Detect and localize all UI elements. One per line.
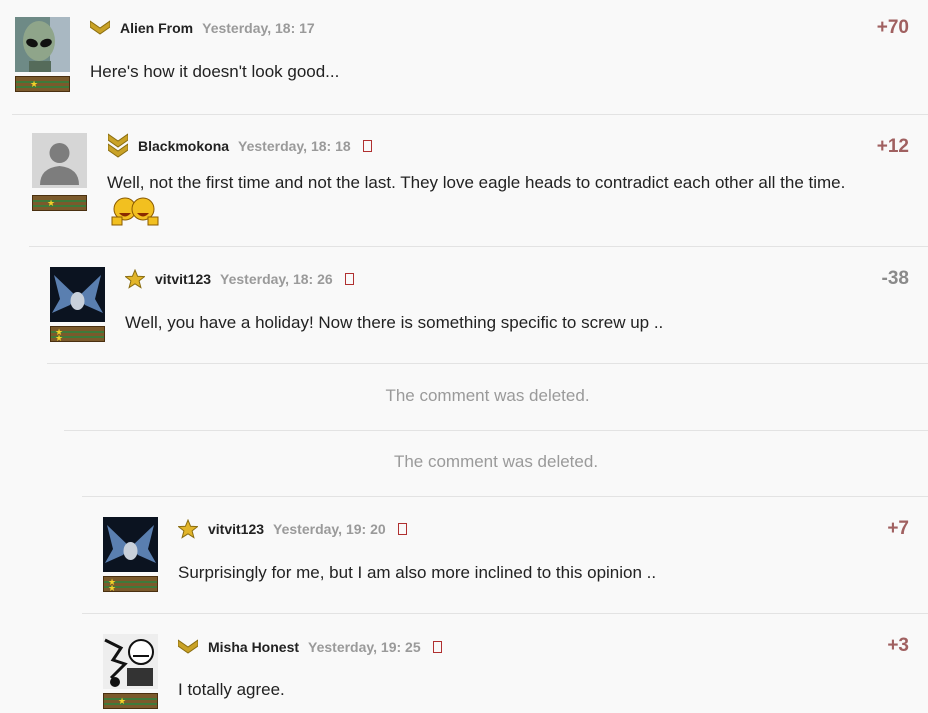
author-name[interactable]: vitvit123 (208, 521, 264, 537)
avatar[interactable] (103, 634, 158, 689)
comment-text: Well, not the first time and not the las… (107, 173, 846, 192)
comment-score: -38 (881, 268, 909, 289)
timestamp[interactable]: Yesterday, 19: 20 (273, 521, 386, 537)
rank-bar: ★ (15, 76, 70, 92)
comment-text: I totally agree. (178, 680, 285, 699)
comment: ★ Misha Honest Yesterday, 19: 25 +3 I to… (82, 614, 928, 713)
chevron-rank-icon (178, 639, 198, 654)
comment: ★ Alien From Yesterday, 18: 17 +70 Here'… (0, 0, 928, 114)
rank-bar: ★ (103, 693, 158, 709)
report-flag-icon[interactable] (344, 273, 354, 285)
timestamp[interactable]: Yesterday, 18: 26 (220, 271, 333, 287)
comment-divider (64, 430, 928, 431)
author-name[interactable]: Misha Honest (208, 639, 299, 655)
timestamp[interactable]: Yesterday, 18: 18 (238, 138, 351, 154)
comment-score: +12 (876, 136, 909, 157)
author-name[interactable]: Alien From (120, 20, 193, 36)
comment-score: +70 (876, 17, 909, 38)
timestamp[interactable]: Yesterday, 19: 25 (308, 639, 421, 655)
comment-score: +7 (887, 518, 909, 539)
chevron-rank-icon (90, 20, 110, 35)
rank-bar: ★ (32, 195, 87, 211)
avatar[interactable] (103, 517, 158, 572)
star-rank-icon (125, 269, 145, 289)
comment: ★ ★ vitvit123 Yesterday, 19: 20 +7 Surpr… (82, 497, 928, 613)
comment: ★ Blackmokona Yesterday, 18: 18 +12 Well… (12, 115, 928, 246)
deleted-comment-notice: The comment was deleted. (393, 452, 599, 471)
avatar[interactable] (50, 267, 105, 322)
comment-score: +3 (887, 635, 909, 656)
author-name[interactable]: Blackmokona (138, 138, 229, 154)
rank-bar: ★ ★ (50, 326, 105, 343)
star-rank-icon (178, 519, 198, 539)
laughing-emoticon-icon (110, 195, 160, 227)
double-chevron-rank-icon (108, 133, 128, 158)
comment-text: Surprisingly for me, but I am also more … (178, 563, 657, 582)
comment-divider (47, 363, 928, 364)
comment-text: Here's how it doesn't look good... (90, 62, 340, 81)
rank-bar: ★ ★ (103, 576, 158, 593)
deleted-comment-notice: The comment was deleted. (385, 386, 590, 405)
avatar[interactable] (32, 133, 87, 188)
comment: ★ ★ vitvit123 Yesterday, 18: 26 -38 Well… (29, 247, 928, 363)
report-flag-icon[interactable] (432, 641, 442, 653)
author-name[interactable]: vitvit123 (155, 271, 211, 287)
timestamp[interactable]: Yesterday, 18: 17 (202, 20, 315, 36)
comment-text: Well, you have a holiday! Now there is s… (125, 313, 664, 332)
report-flag-icon[interactable] (397, 523, 407, 535)
report-flag-icon[interactable] (362, 140, 372, 152)
avatar[interactable] (15, 17, 70, 72)
